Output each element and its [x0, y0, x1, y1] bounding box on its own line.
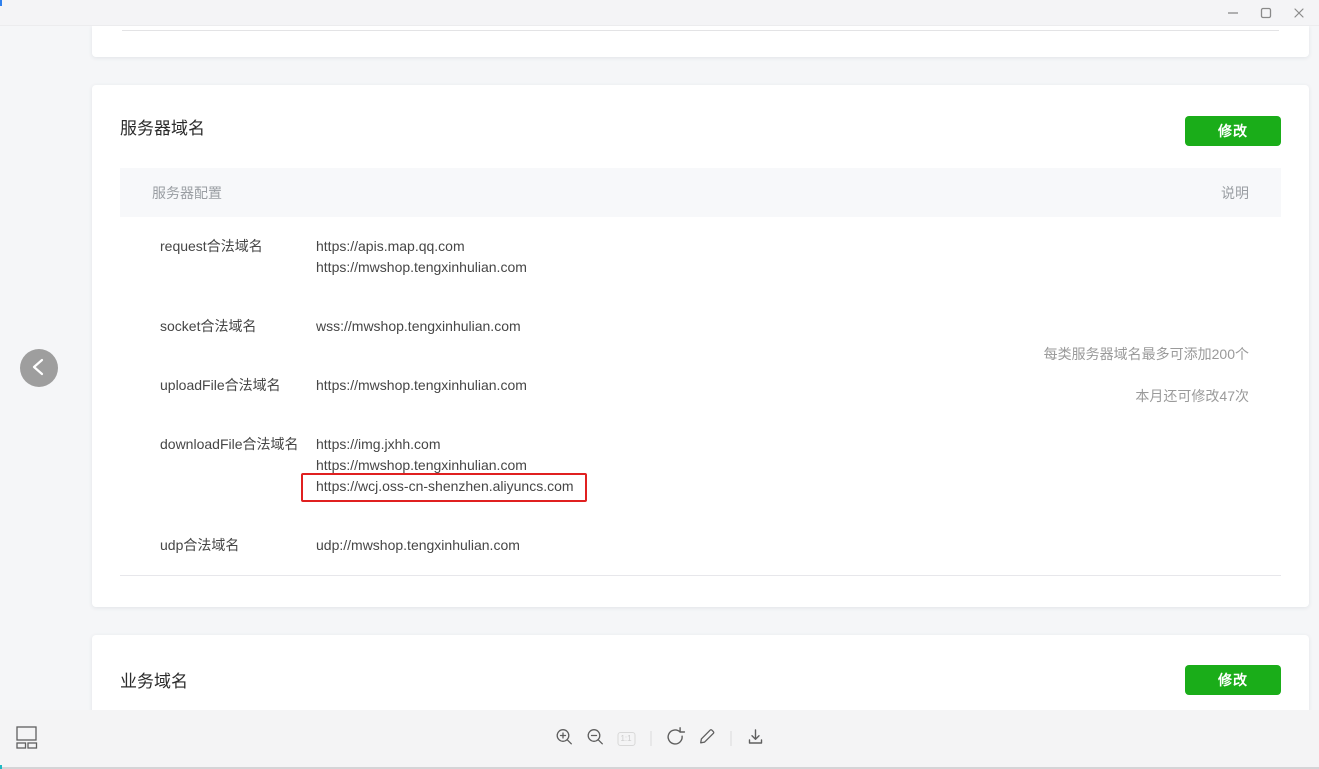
window-edge-accent-top	[0, 0, 2, 6]
business-domain-title: 业务域名	[120, 667, 188, 692]
back-button[interactable]	[20, 349, 58, 387]
domain-type-label: udp合法域名	[160, 535, 316, 556]
zoom-reset-icon: 1:1	[617, 732, 635, 746]
modify-business-domain-button[interactable]: 修改	[1185, 665, 1281, 695]
domain-values: https://mwshop.tengxinhulian.com	[316, 375, 527, 396]
device-layout-icon	[16, 737, 38, 752]
domain-values: wss://mwshop.tengxinhulian.com	[316, 316, 521, 337]
domain-value: udp://mwshop.tengxinhulian.com	[316, 535, 520, 556]
config-column-header: 服务器配置	[152, 183, 222, 203]
maximize-button[interactable]	[1249, 0, 1282, 26]
chevron-left-icon	[20, 348, 58, 389]
minimize-icon	[1227, 7, 1239, 19]
zoom-in-button[interactable]	[553, 728, 575, 750]
domain-type-label: request合法域名	[160, 236, 316, 278]
domain-type-label: downloadFile合法域名	[160, 434, 316, 497]
domain-table-header: 服务器配置 说明	[120, 168, 1281, 217]
table-row: udp合法域名udp://mwshop.tengxinhulian.com	[92, 516, 1309, 575]
divider	[122, 30, 1279, 31]
table-notes: 每类服务器域名最多可添加200个本月还可修改47次	[1044, 344, 1249, 406]
domain-value: https://mwshop.tengxinhulian.com	[316, 375, 527, 396]
refresh-icon	[664, 726, 686, 751]
domain-type-label: socket合法域名	[160, 316, 316, 337]
zoom-reset-button[interactable]: 1:1	[615, 728, 637, 750]
toolbar-tools: 1:1	[553, 728, 766, 750]
zoom-in-icon	[554, 727, 574, 750]
zoom-out-icon	[585, 727, 605, 750]
domain-values: udp://mwshop.tengxinhulian.com	[316, 535, 520, 556]
device-layout-button[interactable]	[14, 723, 40, 754]
description-column-header: 说明	[1221, 183, 1249, 203]
download-icon	[745, 727, 765, 750]
table-row: request合法域名https://apis.map.qq.comhttps:…	[92, 217, 1309, 297]
domain-value: https://apis.map.qq.com	[316, 236, 527, 257]
domain-value: https://mwshop.tengxinhulian.com	[316, 455, 574, 476]
domain-value: https://wcj.oss-cn-shenzhen.aliyuncs.com	[316, 476, 574, 497]
window-edge-accent-bottom	[0, 765, 2, 769]
pencil-icon	[696, 727, 716, 750]
page-title: 服务器域名	[120, 114, 205, 139]
server-domain-card: 服务器域名 修改 服务器配置 说明 request合法域名https://api…	[92, 85, 1309, 607]
note-text: 每类服务器域名最多可添加200个	[1044, 344, 1249, 364]
window-controls	[1216, 0, 1315, 26]
maximize-icon	[1260, 7, 1272, 19]
zoom-out-button[interactable]	[584, 728, 606, 750]
toolbar-divider	[650, 731, 651, 746]
note-text: 本月还可修改47次	[1044, 386, 1249, 406]
domain-values: https://img.jxhh.comhttps://mwshop.tengx…	[316, 434, 574, 497]
domain-type-label: uploadFile合法域名	[160, 375, 316, 396]
bottom-toolbar: 1:1	[0, 710, 1319, 769]
close-icon	[1293, 7, 1305, 19]
previous-section-card	[92, 26, 1309, 57]
domain-table-body: request合法域名https://apis.map.qq.comhttps:…	[92, 217, 1309, 575]
divider	[120, 575, 1281, 576]
business-domain-card-header: 业务域名 修改	[92, 635, 1309, 710]
server-domain-card-header: 服务器域名 修改	[92, 85, 1309, 168]
domain-values: https://apis.map.qq.comhttps://mwshop.te…	[316, 236, 527, 278]
toolbar-divider	[730, 731, 731, 746]
domain-value: https://mwshop.tengxinhulian.com	[316, 257, 527, 278]
close-button[interactable]	[1282, 0, 1315, 26]
edit-button[interactable]	[695, 728, 717, 750]
refresh-button[interactable]	[664, 728, 686, 750]
window-titlebar	[0, 0, 1319, 26]
modify-server-domain-button[interactable]: 修改	[1185, 116, 1281, 146]
minimize-button[interactable]	[1216, 0, 1249, 26]
domain-value: wss://mwshop.tengxinhulian.com	[316, 316, 521, 337]
highlight-annotation-box	[301, 473, 587, 502]
domain-value: https://img.jxhh.com	[316, 434, 574, 455]
table-row: downloadFile合法域名https://img.jxhh.comhttp…	[92, 415, 1309, 516]
download-button[interactable]	[744, 728, 766, 750]
